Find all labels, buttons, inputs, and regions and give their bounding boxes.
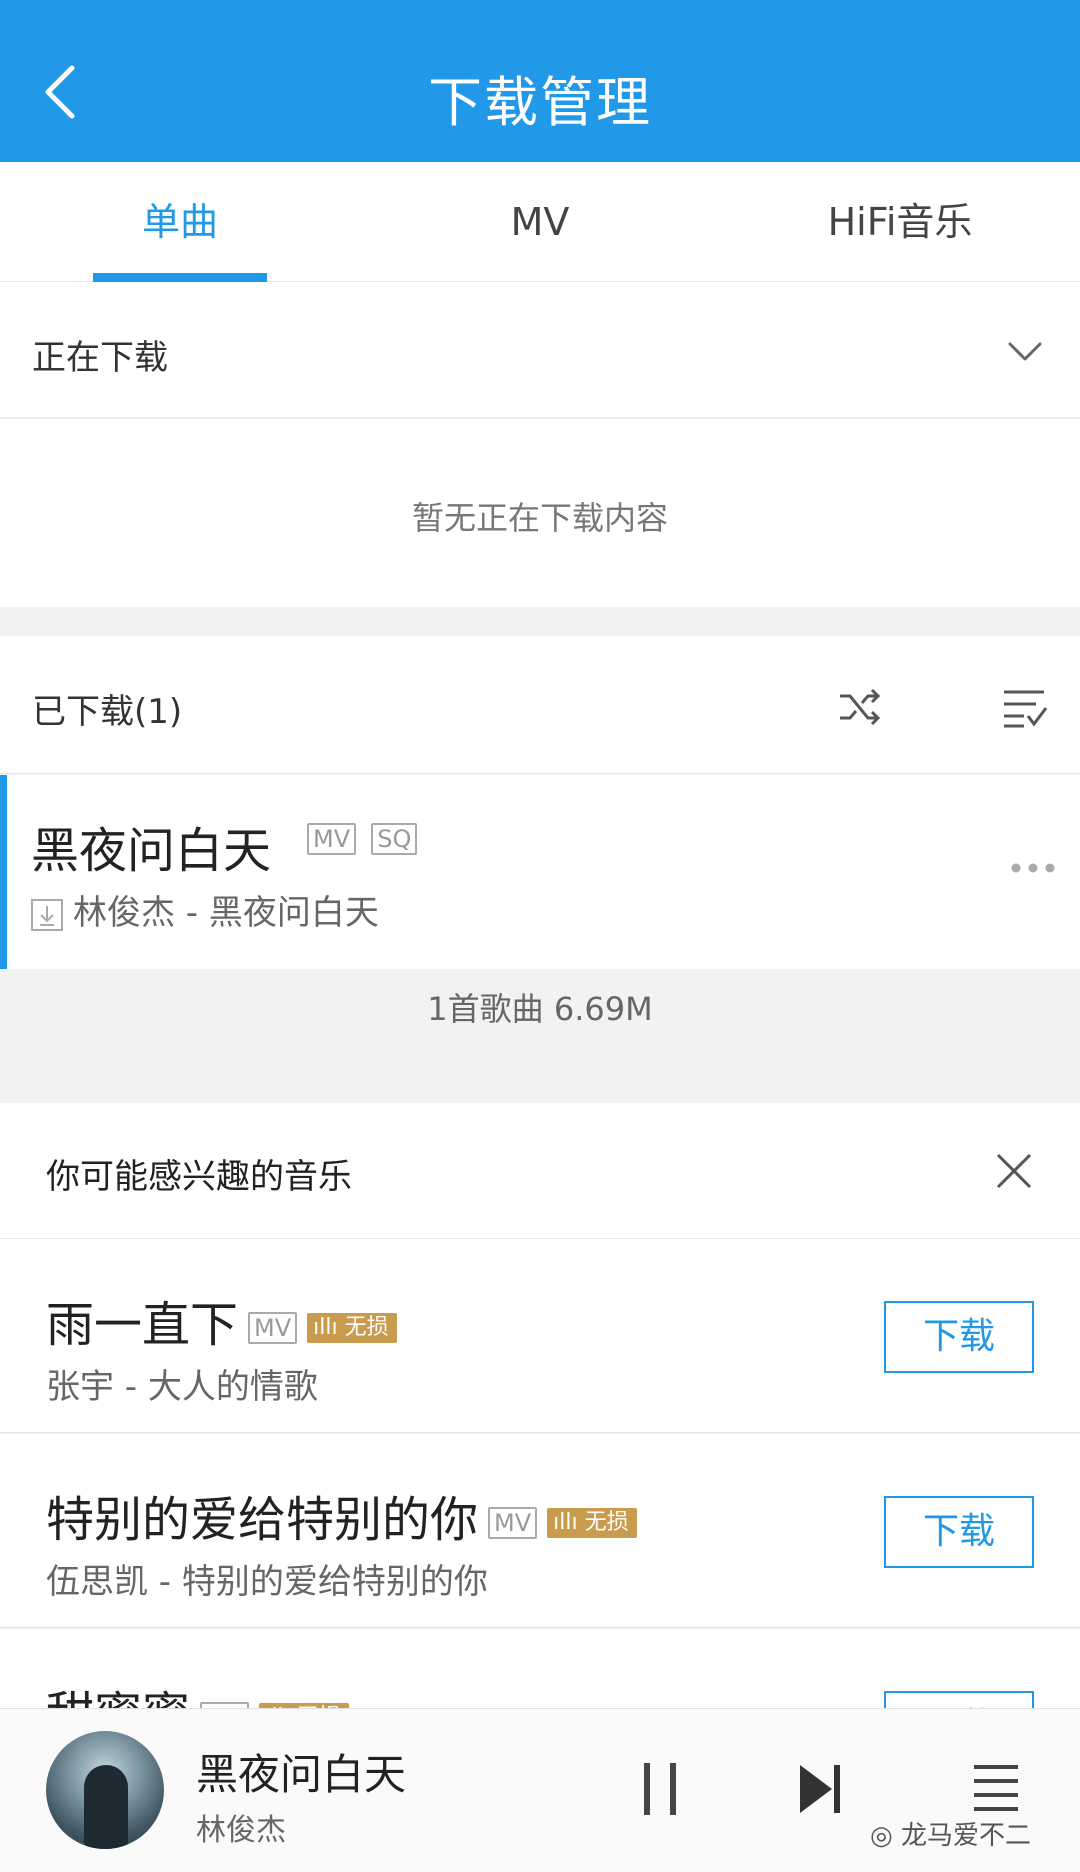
recommend-item-name: 雨一直下: [46, 1297, 239, 1353]
playlist-icon[interactable]: [964, 1761, 1020, 1815]
shuffle-icon[interactable]: [836, 684, 882, 730]
downloaded-song-row[interactable]: 黑夜问白天 MV SQ 林俊杰 - 黑夜问白天: [0, 775, 1080, 969]
active-tab-indicator: [93, 273, 267, 282]
next-track-icon[interactable]: [796, 1759, 844, 1819]
recommend-item-title-line: 特别的爱给特别的你 MV ıllı 无损: [46, 1480, 637, 1550]
mv-tag: MV: [488, 1507, 538, 1539]
song-subtitle: 林俊杰 - 黑夜问白天: [31, 885, 379, 934]
downloaded-title: 已下载(1): [32, 692, 183, 732]
recommend-title: 你可能感兴趣的音乐: [46, 1157, 352, 1197]
wechat-icon: ◎: [870, 1821, 901, 1851]
song-tags: MV SQ: [307, 823, 427, 855]
watermark-text: ◎ 龙马爱不二: [870, 1821, 1031, 1851]
downloading-empty-state: 暂无正在下载内容: [0, 419, 1080, 607]
song-title: 黑夜问白天: [31, 823, 272, 879]
recommend-item-artist: 伍思凯 - 特别的爱给特别的你: [46, 1562, 488, 1602]
recommend-header: 你可能感兴趣的音乐: [0, 1103, 1080, 1239]
lossless-badge: ıllı 无损: [307, 1313, 397, 1343]
tab-mv[interactable]: MV: [360, 162, 720, 282]
player-artist: 林俊杰: [196, 1813, 286, 1848]
sq-tag: SQ: [371, 823, 418, 855]
mv-tag: MV: [248, 1312, 298, 1344]
sort-list-icon[interactable]: [1000, 686, 1048, 730]
pause-icon[interactable]: [640, 1759, 680, 1819]
tab-hifi[interactable]: HiFi音乐: [720, 162, 1080, 282]
recommend-item-name: 特别的爱给特别的你: [46, 1492, 479, 1548]
page-title: 下载管理: [428, 71, 652, 134]
tab-singles[interactable]: 单曲: [0, 162, 360, 282]
waveform-icon: ıllı: [313, 1315, 345, 1340]
more-options-icon[interactable]: [1010, 861, 1056, 875]
download-button[interactable]: 下载: [884, 1496, 1034, 1568]
downloaded-section-header: 已下载(1): [0, 636, 1080, 774]
download-summary: 1首歌曲 6.69M: [0, 969, 1080, 1069]
mv-tag: MV: [307, 823, 357, 855]
mini-player[interactable]: 黑夜问白天 林俊杰 ◎ 龙马爱不二: [0, 1708, 1080, 1872]
download-button[interactable]: 下载: [884, 1301, 1034, 1373]
downloading-title: 正在下载: [32, 338, 168, 378]
empty-message: 暂无正在下载内容: [411, 499, 668, 537]
recommend-item-artist: 张宇 - 大人的情歌: [46, 1367, 318, 1407]
player-song-title: 黑夜问白天: [196, 1750, 407, 1799]
downloaded-icon: [31, 898, 63, 931]
song-artist-album: 林俊杰 - 黑夜问白天: [73, 893, 379, 933]
tab-bar: 单曲 MV HiFi音乐: [0, 162, 1080, 282]
chevron-down-icon[interactable]: [1006, 332, 1044, 370]
waveform-icon: ıllı: [553, 1510, 585, 1535]
downloading-section-header[interactable]: 正在下载: [0, 282, 1080, 418]
app-header: 下载管理: [0, 0, 1080, 162]
recommend-item[interactable]: 特别的爱给特别的你 MV ıllı 无损 伍思凯 - 特别的爱给特别的你 下载: [0, 1434, 1080, 1628]
close-icon[interactable]: [994, 1151, 1034, 1191]
lossless-badge: ıllı 无损: [547, 1508, 637, 1538]
recommend-item[interactable]: 雨一直下 MV ıllı 无损 张宇 - 大人的情歌 下载: [0, 1239, 1080, 1433]
album-art[interactable]: [46, 1731, 164, 1849]
recommend-item-title-line: 雨一直下 MV ıllı 无损: [46, 1285, 397, 1355]
